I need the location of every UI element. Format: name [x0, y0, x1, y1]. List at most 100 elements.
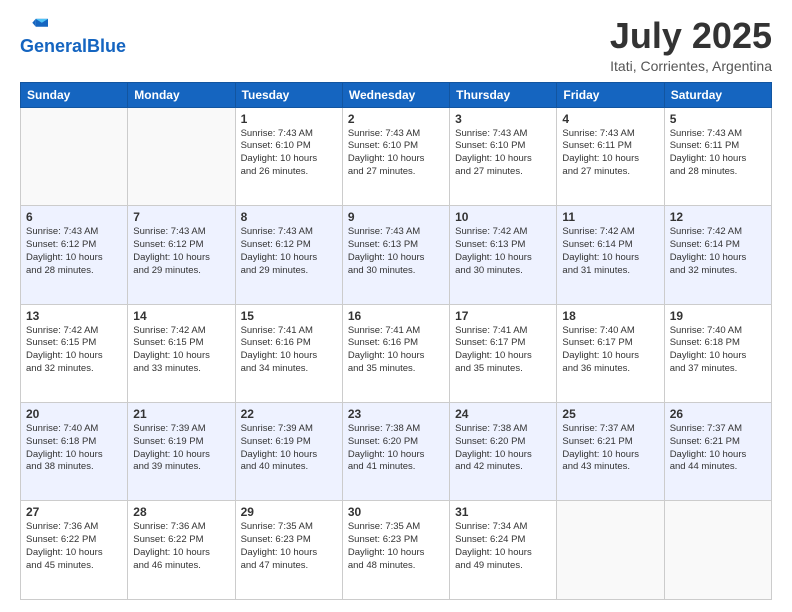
calendar-cell — [21, 107, 128, 205]
logo: General Blue — [20, 16, 126, 57]
day-detail: Sunrise: 7:39 AM Sunset: 6:19 PM Dayligh… — [241, 423, 337, 474]
day-detail: Sunrise: 7:41 AM Sunset: 6:16 PM Dayligh… — [348, 325, 444, 376]
day-number: 1 — [241, 112, 337, 126]
calendar-cell: 2 Sunrise: 7:43 AM Sunset: 6:10 PM Daylig… — [342, 107, 449, 205]
col-tuesday: Tuesday — [235, 82, 342, 107]
day-detail: Sunrise: 7:35 AM Sunset: 6:23 PM Dayligh… — [348, 521, 444, 572]
col-sunday: Sunday — [21, 82, 128, 107]
calendar-cell — [664, 501, 771, 600]
day-detail: Sunrise: 7:40 AM Sunset: 6:18 PM Dayligh… — [26, 423, 122, 474]
calendar-cell — [128, 107, 235, 205]
title-block: July 2025 Itati, Corrientes, Argentina — [610, 16, 772, 74]
logo-icon — [20, 16, 48, 34]
calendar-cell: 29 Sunrise: 7:35 AM Sunset: 6:23 PM Dayli… — [235, 501, 342, 600]
day-number: 3 — [455, 112, 551, 126]
day-detail: Sunrise: 7:36 AM Sunset: 6:22 PM Dayligh… — [26, 521, 122, 572]
calendar-cell: 3 Sunrise: 7:43 AM Sunset: 6:10 PM Daylig… — [450, 107, 557, 205]
day-detail: Sunrise: 7:40 AM Sunset: 6:18 PM Dayligh… — [670, 325, 766, 376]
day-detail: Sunrise: 7:43 AM Sunset: 6:13 PM Dayligh… — [348, 226, 444, 277]
day-number: 15 — [241, 309, 337, 323]
day-number: 30 — [348, 505, 444, 519]
calendar-cell: 17 Sunrise: 7:41 AM Sunset: 6:17 PM Dayli… — [450, 304, 557, 402]
calendar-cell: 27Sunrise: 7:36 AM Sunset: 6:22 PM Dayli… — [21, 501, 128, 600]
day-number: 23 — [348, 407, 444, 421]
day-number: 25 — [562, 407, 658, 421]
calendar-cell: 10Sunrise: 7:42 AM Sunset: 6:13 PM Dayli… — [450, 206, 557, 304]
calendar-cell: 15 Sunrise: 7:41 AM Sunset: 6:16 PM Dayli… — [235, 304, 342, 402]
day-detail: Sunrise: 7:39 AM Sunset: 6:19 PM Dayligh… — [133, 423, 229, 474]
calendar-cell: 4Sunrise: 7:43 AM Sunset: 6:11 PM Daylig… — [557, 107, 664, 205]
day-detail: Sunrise: 7:40 AM Sunset: 6:17 PM Dayligh… — [562, 325, 658, 376]
day-number: 13 — [26, 309, 122, 323]
calendar-cell: 20 Sunrise: 7:40 AM Sunset: 6:18 PM Dayli… — [21, 403, 128, 501]
calendar-cell: 23 Sunrise: 7:38 AM Sunset: 6:20 PM Dayli… — [342, 403, 449, 501]
day-number: 17 — [455, 309, 551, 323]
calendar-cell: 13Sunrise: 7:42 AM Sunset: 6:15 PM Dayli… — [21, 304, 128, 402]
day-number: 18 — [562, 309, 658, 323]
day-number: 7 — [133, 210, 229, 224]
logo-general: General — [20, 36, 87, 57]
day-number: 20 — [26, 407, 122, 421]
calendar-cell: 24 Sunrise: 7:38 AM Sunset: 6:20 PM Dayli… — [450, 403, 557, 501]
day-detail: Sunrise: 7:43 AM Sunset: 6:12 PM Dayligh… — [133, 226, 229, 277]
calendar: Sunday Monday Tuesday Wednesday Thursday… — [20, 82, 772, 600]
day-number: 2 — [348, 112, 444, 126]
col-friday: Friday — [557, 82, 664, 107]
day-detail: Sunrise: 7:41 AM Sunset: 6:16 PM Dayligh… — [241, 325, 337, 376]
day-number: 21 — [133, 407, 229, 421]
calendar-week-3: 20 Sunrise: 7:40 AM Sunset: 6:18 PM Dayli… — [21, 403, 772, 501]
day-number: 12 — [670, 210, 766, 224]
day-detail: Sunrise: 7:43 AM Sunset: 6:12 PM Dayligh… — [26, 226, 122, 277]
col-saturday: Saturday — [664, 82, 771, 107]
day-number: 16 — [348, 309, 444, 323]
col-thursday: Thursday — [450, 82, 557, 107]
calendar-cell: 28Sunrise: 7:36 AM Sunset: 6:22 PM Dayli… — [128, 501, 235, 600]
day-number: 28 — [133, 505, 229, 519]
calendar-cell: 9 Sunrise: 7:43 AM Sunset: 6:13 PM Daylig… — [342, 206, 449, 304]
calendar-cell: 30 Sunrise: 7:35 AM Sunset: 6:23 PM Dayli… — [342, 501, 449, 600]
calendar-week-0: 1 Sunrise: 7:43 AM Sunset: 6:10 PM Daylig… — [21, 107, 772, 205]
day-number: 6 — [26, 210, 122, 224]
day-detail: Sunrise: 7:42 AM Sunset: 6:14 PM Dayligh… — [562, 226, 658, 277]
day-number: 19 — [670, 309, 766, 323]
day-detail: Sunrise: 7:37 AM Sunset: 6:21 PM Dayligh… — [562, 423, 658, 474]
calendar-cell: 19 Sunrise: 7:40 AM Sunset: 6:18 PM Dayli… — [664, 304, 771, 402]
day-detail: Sunrise: 7:43 AM Sunset: 6:12 PM Dayligh… — [241, 226, 337, 277]
calendar-cell — [557, 501, 664, 600]
day-detail: Sunrise: 7:41 AM Sunset: 6:17 PM Dayligh… — [455, 325, 551, 376]
location: Itati, Corrientes, Argentina — [610, 58, 772, 74]
calendar-cell: 25 Sunrise: 7:37 AM Sunset: 6:21 PM Dayli… — [557, 403, 664, 501]
day-number: 14 — [133, 309, 229, 323]
calendar-cell: 18 Sunrise: 7:40 AM Sunset: 6:17 PM Dayli… — [557, 304, 664, 402]
day-detail: Sunrise: 7:43 AM Sunset: 6:11 PM Dayligh… — [670, 128, 766, 179]
day-detail: Sunrise: 7:38 AM Sunset: 6:20 PM Dayligh… — [348, 423, 444, 474]
page: General Blue July 2025 Itati, Corrientes… — [0, 0, 792, 612]
day-detail: Sunrise: 7:38 AM Sunset: 6:20 PM Dayligh… — [455, 423, 551, 474]
day-number: 9 — [348, 210, 444, 224]
calendar-cell: 16 Sunrise: 7:41 AM Sunset: 6:16 PM Dayli… — [342, 304, 449, 402]
day-number: 26 — [670, 407, 766, 421]
day-detail: Sunrise: 7:37 AM Sunset: 6:21 PM Dayligh… — [670, 423, 766, 474]
calendar-cell: 7 Sunrise: 7:43 AM Sunset: 6:12 PM Daylig… — [128, 206, 235, 304]
day-detail: Sunrise: 7:43 AM Sunset: 6:10 PM Dayligh… — [348, 128, 444, 179]
day-detail: Sunrise: 7:35 AM Sunset: 6:23 PM Dayligh… — [241, 521, 337, 572]
month-year: July 2025 — [610, 16, 772, 56]
col-wednesday: Wednesday — [342, 82, 449, 107]
day-number: 11 — [562, 210, 658, 224]
day-number: 22 — [241, 407, 337, 421]
header: General Blue July 2025 Itati, Corrientes… — [20, 16, 772, 74]
day-detail: Sunrise: 7:34 AM Sunset: 6:24 PM Dayligh… — [455, 521, 551, 572]
day-detail: Sunrise: 7:42 AM Sunset: 6:15 PM Dayligh… — [133, 325, 229, 376]
day-number: 29 — [241, 505, 337, 519]
day-detail: Sunrise: 7:42 AM Sunset: 6:13 PM Dayligh… — [455, 226, 551, 277]
calendar-cell: 8Sunrise: 7:43 AM Sunset: 6:12 PM Daylig… — [235, 206, 342, 304]
day-number: 4 — [562, 112, 658, 126]
calendar-cell: 22 Sunrise: 7:39 AM Sunset: 6:19 PM Dayli… — [235, 403, 342, 501]
calendar-header-row: Sunday Monday Tuesday Wednesday Thursday… — [21, 82, 772, 107]
day-number: 24 — [455, 407, 551, 421]
calendar-cell: 14 Sunrise: 7:42 AM Sunset: 6:15 PM Dayli… — [128, 304, 235, 402]
logo-blue: Blue — [87, 36, 126, 57]
calendar-cell: 5Sunrise: 7:43 AM Sunset: 6:11 PM Daylig… — [664, 107, 771, 205]
calendar-week-1: 6 Sunrise: 7:43 AM Sunset: 6:12 PM Daylig… — [21, 206, 772, 304]
day-detail: Sunrise: 7:43 AM Sunset: 6:10 PM Dayligh… — [455, 128, 551, 179]
